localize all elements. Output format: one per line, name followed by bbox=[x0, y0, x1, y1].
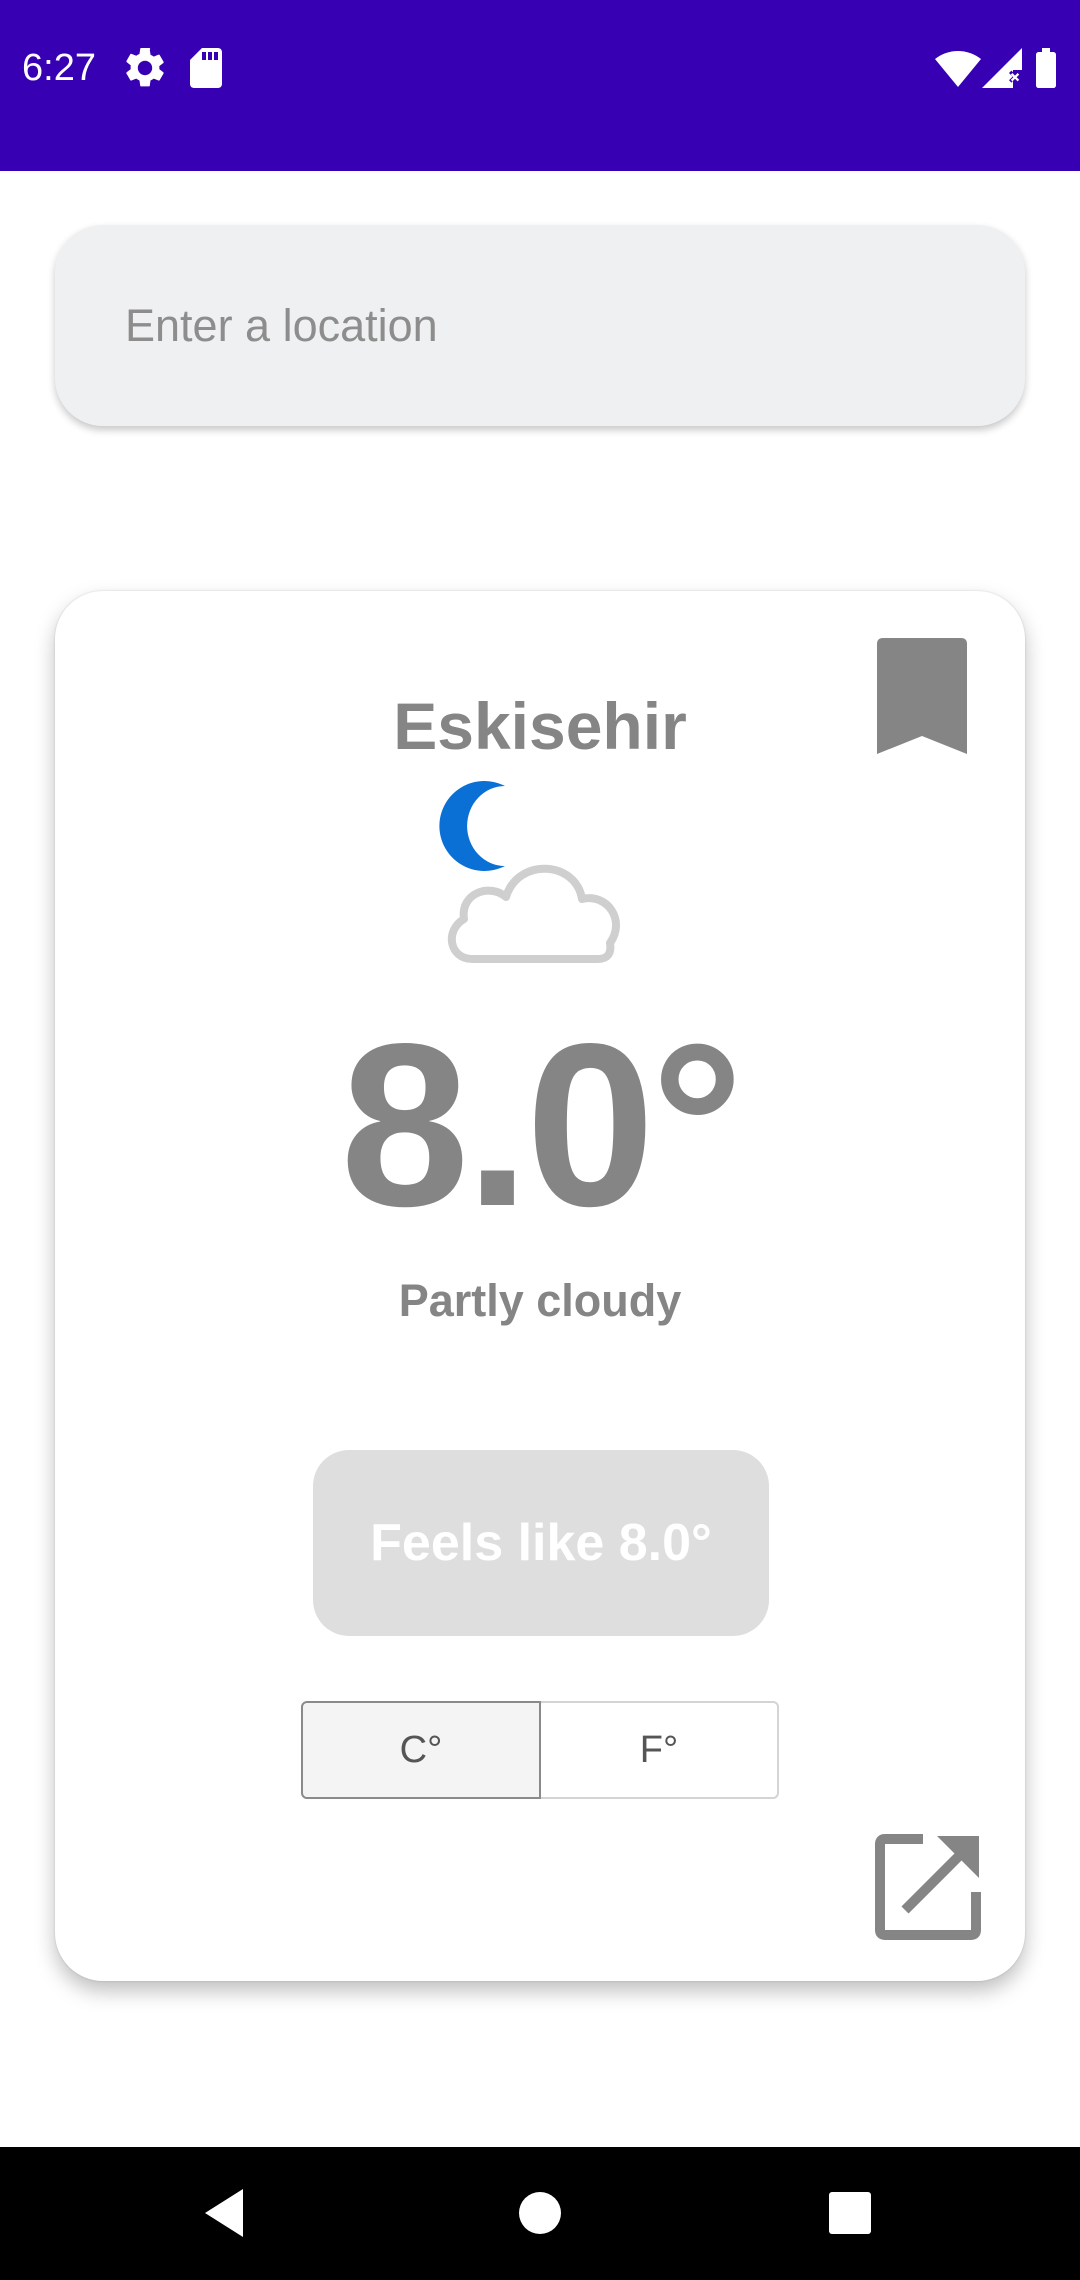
fahrenheit-button[interactable]: F° bbox=[541, 1701, 779, 1799]
signal-icon bbox=[978, 44, 1026, 92]
wifi-icon bbox=[934, 44, 982, 92]
home-icon[interactable] bbox=[510, 2183, 570, 2243]
status-time: 6:27 bbox=[22, 47, 96, 89]
back-icon[interactable] bbox=[195, 2183, 255, 2243]
celsius-button[interactable]: C° bbox=[301, 1701, 541, 1799]
navigation-bar bbox=[0, 2147, 1080, 2280]
search-placeholder: Enter a location bbox=[125, 299, 438, 351]
temperature: 8.0° bbox=[340, 996, 743, 1255]
status-bar: 6:27 bbox=[0, 0, 1080, 171]
condition-text: Partly cloudy bbox=[398, 1275, 682, 1326]
night-partly-cloudy-icon bbox=[430, 781, 660, 971]
weather-card: Eskisehir 8.0° Partly cloudy Feels like … bbox=[55, 591, 1025, 1981]
unit-toggle: C° F° bbox=[301, 1701, 779, 1799]
bookmark-icon[interactable] bbox=[877, 638, 967, 754]
feels-like-button[interactable]: Feels like 8.0° bbox=[313, 1450, 769, 1636]
recents-icon[interactable] bbox=[820, 2183, 880, 2243]
battery-icon bbox=[1022, 44, 1070, 92]
sd-card-icon bbox=[182, 44, 230, 92]
open-external-icon[interactable] bbox=[875, 1834, 981, 1940]
settings-icon bbox=[121, 44, 169, 92]
location-search-input[interactable]: Enter a location bbox=[55, 225, 1025, 426]
